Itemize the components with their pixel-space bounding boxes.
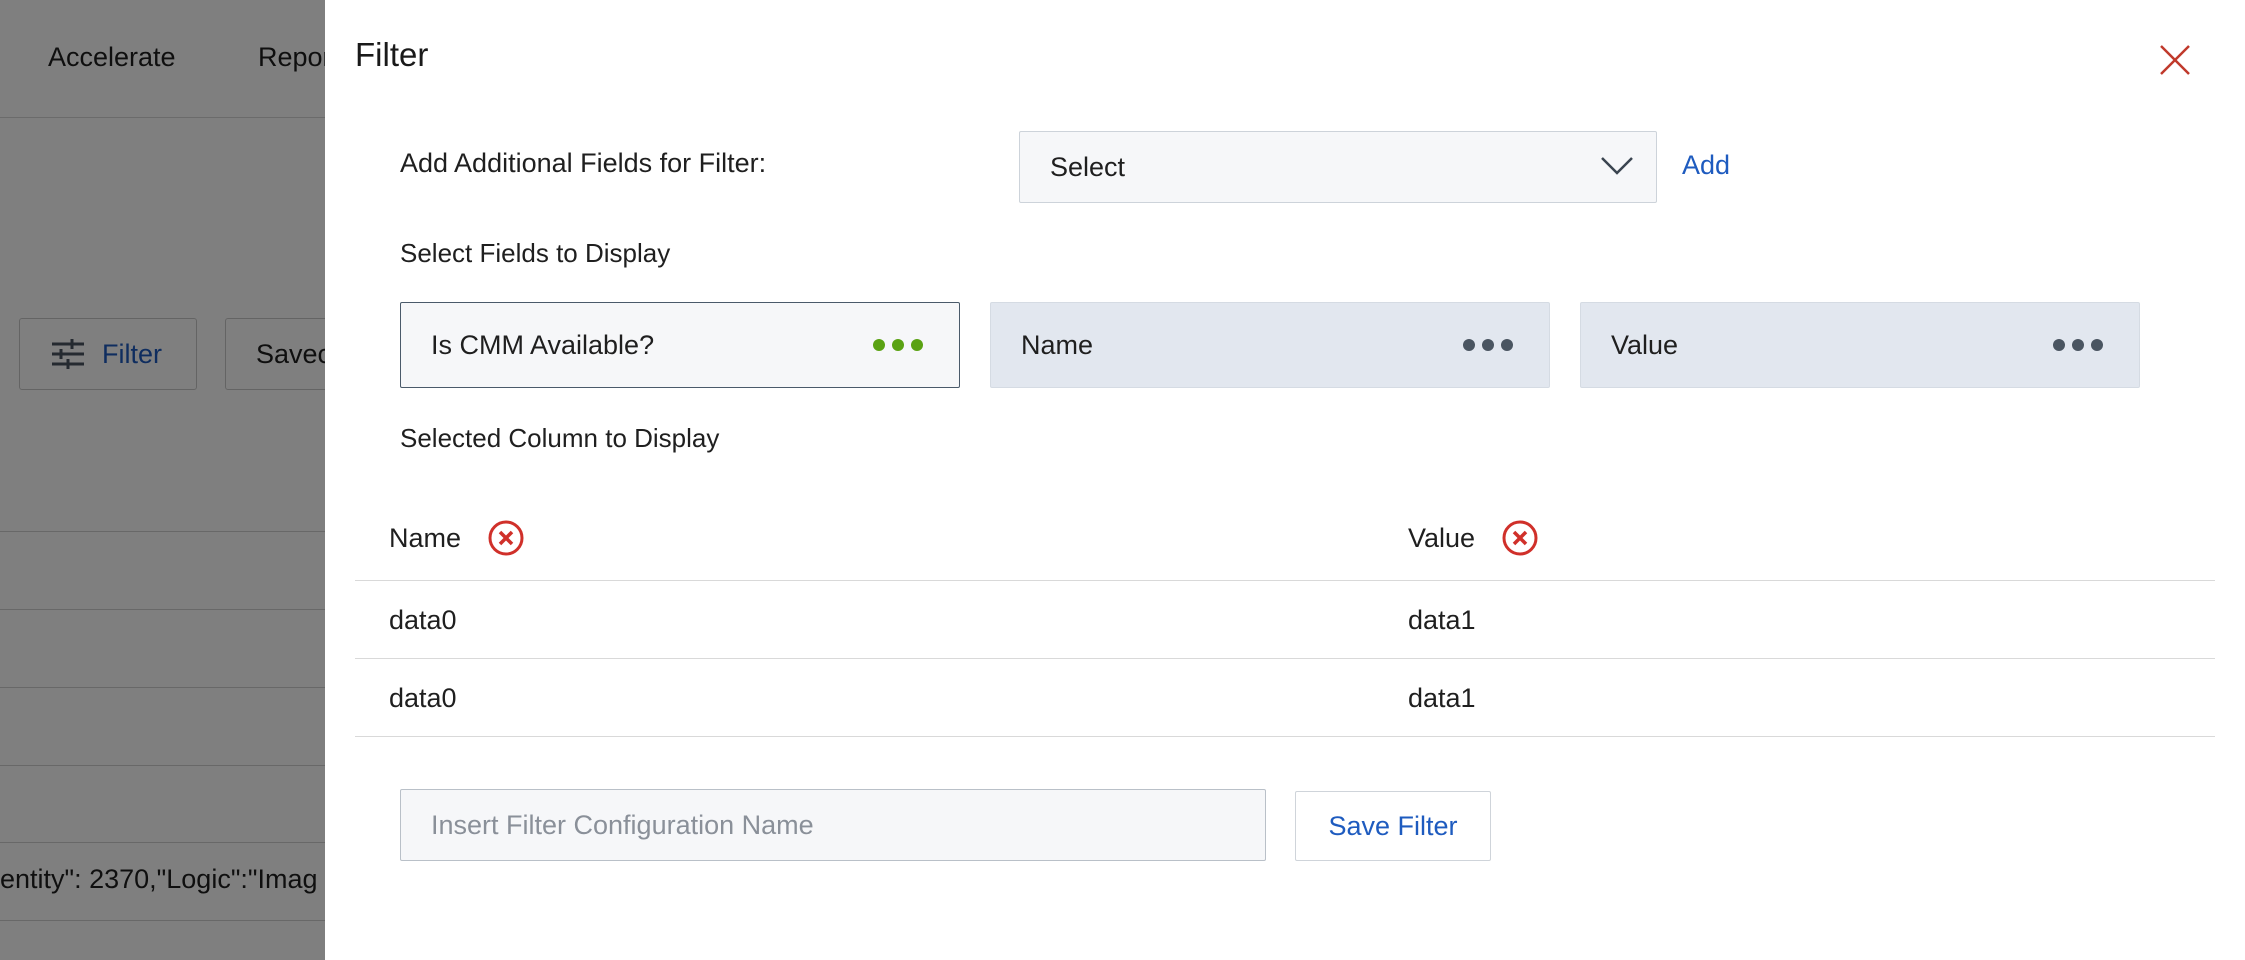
field-select-dropdown[interactable]: Select [1019, 131, 1657, 203]
dot [892, 339, 904, 351]
dot [2091, 339, 2103, 351]
dot [873, 339, 885, 351]
field-card-label: Name [1021, 329, 1094, 360]
drawer-title: Filter [355, 36, 429, 73]
table-row: data0 data1 [355, 659, 2215, 737]
more-options-icon[interactable] [2053, 339, 2103, 351]
chevron-down-icon [1601, 157, 1633, 175]
dot [2053, 339, 2065, 351]
filter-drawer: Filter Add Additional Fields for Filter:… [325, 0, 2245, 960]
select-fields-label: Select Fields to Display [400, 238, 671, 268]
selected-columns-label: Selected Column to Display [400, 423, 720, 453]
close-icon[interactable] [2155, 40, 2195, 80]
remove-column-icon[interactable] [1501, 519, 1539, 557]
field-card-is-cmm-available[interactable]: Is CMM Available? [400, 302, 960, 388]
remove-column-icon[interactable] [487, 519, 525, 557]
table-cell: data1 [1408, 605, 1476, 635]
add-fields-label: Add Additional Fields for Filter: [400, 148, 767, 178]
add-field-link[interactable]: Add [1682, 150, 1730, 181]
table-header-row: Name Value [355, 495, 2215, 581]
column-header-name: Name [389, 519, 525, 557]
filter-config-name-input[interactable] [400, 789, 1266, 861]
dot [1463, 339, 1475, 351]
save-filter-button[interactable]: Save Filter [1295, 791, 1491, 861]
table-cell: data0 [389, 605, 457, 635]
field-card-label: Is CMM Available? [431, 329, 655, 360]
field-card-label: Value [1611, 329, 1679, 360]
column-header-label: Value [1408, 522, 1476, 553]
column-header-label: Name [389, 522, 462, 553]
table-cell: data1 [1408, 683, 1476, 713]
field-card-value[interactable]: Value [1580, 302, 2140, 388]
dot [1501, 339, 1513, 351]
table-row: data0 data1 [355, 581, 2215, 659]
field-card-name[interactable]: Name [990, 302, 1550, 388]
more-options-icon[interactable] [873, 339, 923, 351]
table-cell: data0 [389, 683, 457, 713]
more-options-icon[interactable] [1463, 339, 1513, 351]
field-select-value: Select [1050, 151, 1126, 182]
dot [1482, 339, 1494, 351]
dot [911, 339, 923, 351]
dot [2072, 339, 2084, 351]
column-header-value: Value [1408, 519, 1539, 557]
selected-columns-table: Name Value data0 data1 data0 data1 [355, 495, 2215, 737]
